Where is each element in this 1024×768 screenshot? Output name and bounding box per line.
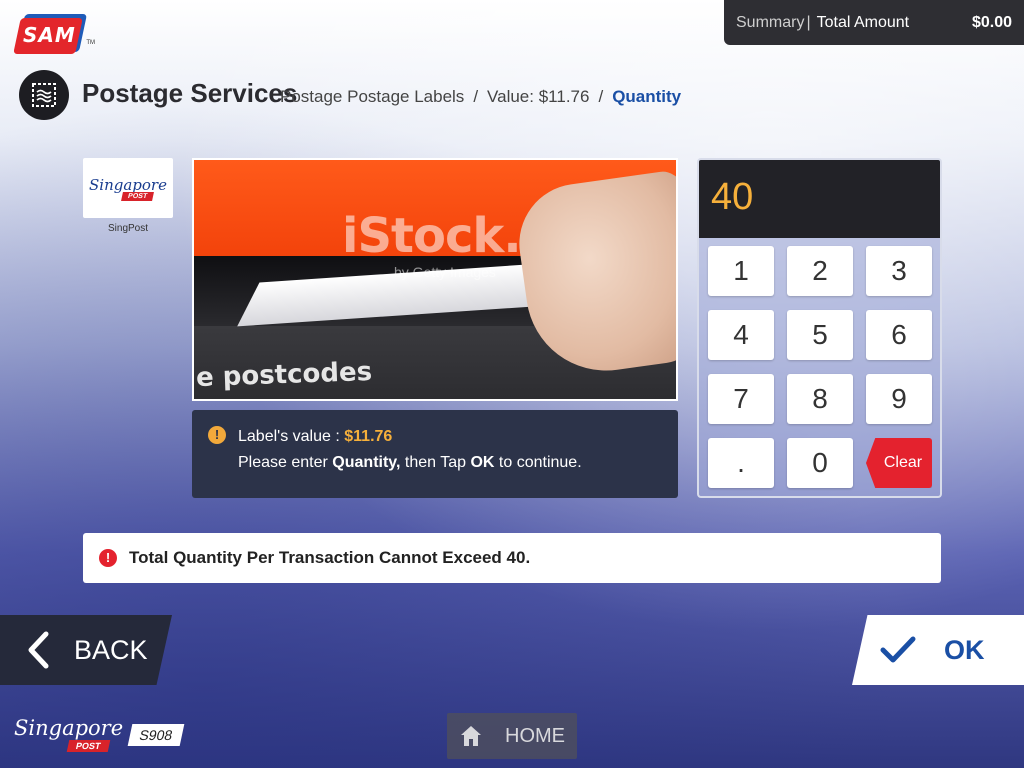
key-decimal[interactable]: . [708, 438, 774, 488]
summary-separator: | [806, 13, 811, 31]
home-icon [461, 726, 481, 746]
sam-logo: SAM TM [13, 12, 95, 56]
numeric-keypad: 40 1 2 3 4 5 6 7 8 9 . 0 Clear [697, 158, 942, 498]
instruction-text-quantity: Quantity, [332, 454, 401, 471]
singpost-logo: Singapore POST [83, 158, 173, 218]
label-value-line: Label's value : $11.76 [238, 424, 678, 450]
instruction-text-start: Please enter [238, 454, 328, 471]
key-4[interactable]: 4 [708, 310, 774, 360]
warning-icon: ! [208, 426, 226, 444]
key-6[interactable]: 6 [866, 310, 932, 360]
instruction-panel: ! Label's value : $11.76 Please enter Qu… [192, 410, 678, 498]
ok-label: OK [944, 634, 985, 665]
key-9[interactable]: 9 [866, 374, 932, 424]
instruction-text-ok: OK [470, 454, 495, 471]
page-title: Postage Services [82, 78, 298, 108]
key-3[interactable]: 3 [866, 246, 932, 296]
breadcrumb-divider: / [473, 87, 479, 106]
back-button[interactable]: BACK [0, 615, 172, 685]
breadcrumb-item-value: Value: $11.76 [487, 87, 590, 106]
instruction-line: Please enter Quantity, then Tap OK to co… [238, 450, 678, 476]
singpost-logo-script: Singapore [89, 175, 167, 194]
image-watermark-sub: by Getty Images [394, 264, 496, 280]
error-icon: ! [99, 549, 117, 567]
ok-button[interactable]: OK [852, 615, 1024, 685]
key-1[interactable]: 1 [708, 246, 774, 296]
sam-logo-tm: TM [86, 40, 95, 46]
error-message: Total Quantity Per Transaction Cannot Ex… [129, 548, 531, 567]
footer-logo-post: POST [66, 740, 110, 752]
summary-bar[interactable]: Summary | Total Amount $0.00 [724, 0, 1024, 45]
summary-label: Summary [736, 13, 805, 31]
total-amount-value: $0.00 [971, 13, 1012, 31]
footer-logo-script: Singapore [14, 716, 124, 740]
breadcrumb-divider: / [598, 87, 604, 106]
breadcrumb-item-labels: Postage Postage Labels [280, 87, 465, 106]
label-value-prefix: Label's value : [238, 428, 340, 445]
key-8[interactable]: 8 [787, 374, 853, 424]
key-5[interactable]: 5 [787, 310, 853, 360]
key-7[interactable]: 7 [708, 374, 774, 424]
image-caption: e postcodes [195, 356, 373, 394]
back-label: BACK [74, 634, 148, 665]
postage-stamp-icon [19, 70, 69, 120]
singpost-footer-logo: Singapore POST [14, 716, 124, 756]
quantity-display: 40 [699, 160, 940, 238]
breadcrumb-item-quantity: Quantity [612, 87, 682, 106]
kiosk-id: S908 [127, 724, 185, 746]
breadcrumb: Postage Postage Labels / Value: $11.76 / Qua… [280, 87, 681, 107]
instruction-text-end: to continue. [498, 454, 582, 471]
provider-name: SingPost [107, 223, 149, 234]
product-image: iStock. by Getty Images e postcodes [192, 158, 678, 401]
chevron-left-icon [28, 631, 49, 669]
sam-logo-text: SAM [23, 23, 76, 47]
image-watermark: iStock. [342, 208, 522, 264]
key-0[interactable]: 0 [787, 438, 853, 488]
checkmark-icon [880, 636, 916, 663]
home-button[interactable]: HOME [447, 713, 577, 759]
error-banner: ! Total Quantity Per Transaction Cannot … [83, 533, 941, 583]
key-2[interactable]: 2 [787, 246, 853, 296]
instruction-text-mid: then Tap [404, 454, 466, 471]
total-amount-label: Total Amount [816, 13, 910, 31]
label-value-amount: $11.76 [344, 428, 393, 445]
clear-button[interactable]: Clear [866, 438, 932, 488]
home-label: HOME [505, 724, 565, 747]
singpost-logo-post: POST [121, 191, 155, 201]
